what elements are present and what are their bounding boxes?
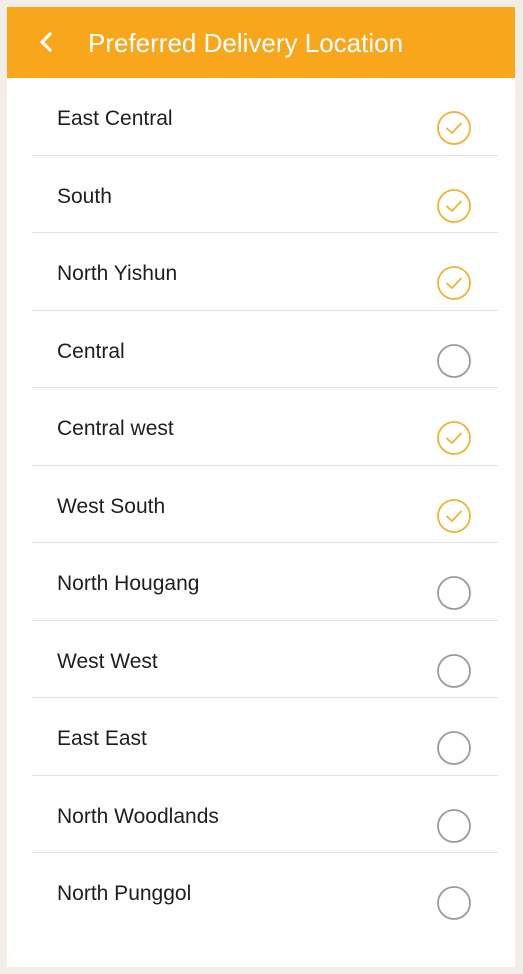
unchecked-circle-icon[interactable] xyxy=(436,575,472,611)
location-label: North Hougang xyxy=(57,572,200,595)
checked-circle-icon[interactable] xyxy=(436,265,472,301)
location-label: East East xyxy=(57,727,147,750)
location-label: North Yishun xyxy=(57,262,178,285)
location-item-north-punggol[interactable]: North Punggol xyxy=(32,853,498,931)
unchecked-circle-icon[interactable] xyxy=(436,808,472,844)
unchecked-circle-icon[interactable] xyxy=(436,885,472,921)
location-item-west-west[interactable]: West West xyxy=(32,621,498,698)
location-item-west-south[interactable]: West South xyxy=(32,466,498,543)
app-screen: Preferred Delivery Location East Central… xyxy=(7,7,515,967)
location-label: South xyxy=(57,184,112,208)
location-item-east-central[interactable]: East Central xyxy=(32,78,498,156)
location-label: Central xyxy=(57,339,125,363)
location-item-east-east[interactable]: East East xyxy=(32,698,498,776)
location-item-central-west[interactable]: Central west xyxy=(32,388,498,466)
location-item-north-hougang[interactable]: North Hougang xyxy=(32,543,498,621)
location-list: East Central South North Yishun Central Cent… xyxy=(32,78,498,931)
location-label: North Punggol xyxy=(57,882,192,905)
page-title: Preferred Delivery Location xyxy=(88,28,404,58)
unchecked-circle-icon[interactable] xyxy=(436,730,472,766)
checked-circle-icon[interactable] xyxy=(436,498,472,534)
location-item-central[interactable]: Central xyxy=(32,311,498,388)
top-bar: Preferred Delivery Location xyxy=(7,7,515,78)
unchecked-circle-icon[interactable] xyxy=(436,343,472,379)
location-item-north-yishun[interactable]: North Yishun xyxy=(32,233,498,311)
location-item-north-woodlands[interactable]: North Woodlands xyxy=(32,776,498,853)
back-button[interactable] xyxy=(29,25,63,59)
location-label: West South xyxy=(57,494,166,518)
checked-circle-icon[interactable] xyxy=(436,188,472,224)
location-label: North Woodlands xyxy=(57,804,219,828)
unchecked-circle-icon[interactable] xyxy=(436,653,472,689)
location-item-south[interactable]: South xyxy=(32,156,498,233)
location-label: West West xyxy=(57,649,158,673)
chevron-left-icon xyxy=(40,32,52,52)
checked-circle-icon[interactable] xyxy=(436,110,472,146)
checked-circle-icon[interactable] xyxy=(436,420,472,456)
location-label: East Central xyxy=(57,107,173,130)
location-label: Central west xyxy=(57,417,174,440)
